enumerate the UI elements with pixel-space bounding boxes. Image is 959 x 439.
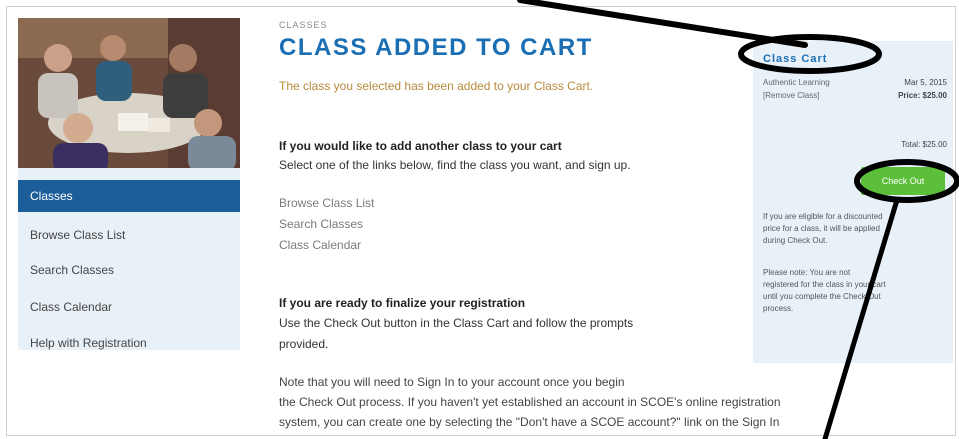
add-another-text: Select one of the links below, find the … bbox=[279, 158, 631, 172]
cart-item-name: Authentic Learning bbox=[763, 78, 830, 87]
link-class-calendar[interactable]: Class Calendar bbox=[279, 238, 361, 252]
sidebar-item-browse-class-list[interactable]: Browse Class List bbox=[30, 228, 125, 242]
cart-title: Class Cart bbox=[763, 53, 828, 65]
classroom-photo bbox=[18, 18, 240, 168]
registration-note-line3: until you complete the Check Out bbox=[763, 292, 881, 301]
sidebar: Classes Browse Class List Search Classes… bbox=[18, 18, 240, 350]
registration-note-line2: registered for the class in your cart bbox=[763, 280, 886, 289]
check-out-button[interactable]: Check Out bbox=[861, 167, 945, 195]
breadcrumb[interactable]: CLASSES bbox=[279, 20, 328, 30]
sidebar-item-class-calendar[interactable]: Class Calendar bbox=[30, 300, 112, 314]
discount-note-line3: during Check Out. bbox=[763, 236, 828, 245]
page-subtitle: The class you selected has been added to… bbox=[279, 79, 594, 93]
link-search-classes[interactable]: Search Classes bbox=[279, 217, 363, 231]
finalize-text-line1: Use the Check Out button in the Class Ca… bbox=[279, 316, 634, 330]
finalize-heading: If you are ready to finalize your regist… bbox=[279, 296, 526, 310]
note-line1: Note that you will need to Sign In to yo… bbox=[279, 375, 625, 389]
cart-total: Total: $25.00 bbox=[901, 140, 947, 149]
sidebar-item-classes[interactable]: Classes bbox=[18, 180, 240, 212]
registration-note-line1: Please note: You are not bbox=[763, 268, 851, 277]
remove-class-link[interactable]: [Remove Class] bbox=[763, 91, 819, 100]
cart-item-date: Mar 5, 2015 bbox=[904, 78, 947, 87]
finalize-text-line2: provided. bbox=[279, 337, 329, 351]
discount-note-line2: price for a class, it will be applied bbox=[763, 224, 880, 233]
link-browse-class-list[interactable]: Browse Class List bbox=[279, 196, 374, 210]
add-another-heading: If you would like to add another class t… bbox=[279, 139, 562, 153]
page-title: CLASS ADDED TO CART bbox=[279, 34, 593, 61]
sidebar-item-help-with-registration[interactable]: Help with Registration bbox=[30, 336, 147, 350]
discount-note-line1: If you are eligible for a discounted bbox=[763, 212, 883, 221]
class-cart-panel: Class Cart Authentic Learning Mar 5, 201… bbox=[753, 41, 953, 363]
sidebar-item-search-classes[interactable]: Search Classes bbox=[30, 263, 114, 277]
note-line3: system, you can create one by selecting … bbox=[279, 415, 780, 429]
note-line2: the Check Out process. If you haven't ye… bbox=[279, 395, 781, 409]
cart-item-price: Price: $25.00 bbox=[898, 91, 947, 100]
registration-note-line4: process. bbox=[763, 304, 794, 313]
photo-image bbox=[18, 18, 240, 168]
